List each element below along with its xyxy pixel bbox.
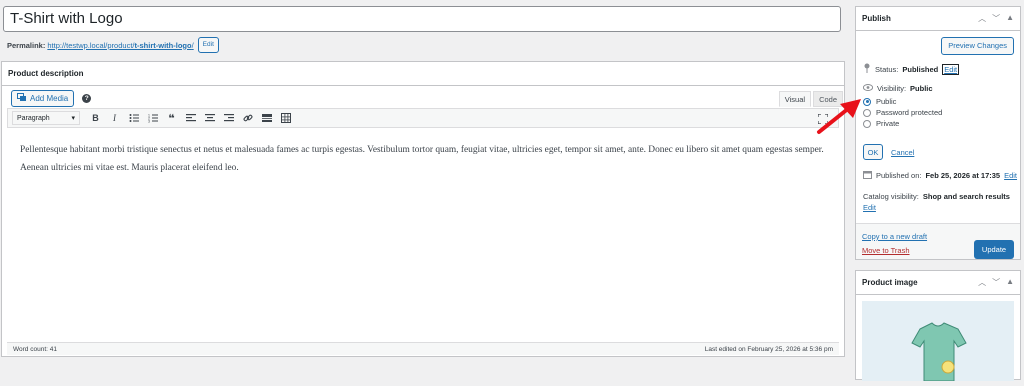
add-media-icon	[17, 93, 27, 104]
product-description-box: Product description Add Media ? Visual C…	[1, 61, 845, 357]
triangle-up-icon[interactable]: ▲	[1006, 13, 1014, 24]
move-to-trash-link[interactable]: Move to Trash	[862, 246, 910, 255]
editor-content[interactable]: Pellentesque habitant morbi tristique se…	[7, 128, 839, 342]
published-on-row: Published on: Feb 25, 2026 at 17:35 Edit	[863, 170, 1017, 181]
copy-to-draft-link[interactable]: Copy to a new draft	[862, 232, 927, 241]
update-button[interactable]: Update	[974, 240, 1014, 259]
status-label: Status:	[875, 64, 899, 74]
publish-box-header: Publish ︿ ﹀ ▲	[856, 7, 1020, 31]
annotation-arrow	[817, 99, 861, 134]
published-edit-link[interactable]: Edit	[1004, 171, 1017, 180]
radio-public-label: Public	[876, 97, 897, 106]
published-label: Published on:	[876, 171, 922, 180]
editor-toolbar: Paragraph ▾ B I 123 ❝	[7, 108, 839, 128]
blockquote-icon[interactable]: ❝	[162, 110, 181, 126]
tab-visual[interactable]: Visual	[778, 91, 812, 107]
chevron-down-icon[interactable]: ﹀	[992, 277, 1000, 288]
permalink-slug: t-shirt-with-logo	[134, 40, 192, 50]
visibility-label: Visibility:	[877, 84, 907, 93]
product-description-header: Product description	[2, 62, 844, 86]
pin-icon	[863, 63, 871, 75]
radio-password-label: Password protected	[876, 108, 943, 117]
triangle-up-icon[interactable]: ▲	[1006, 277, 1014, 288]
media-buttons: Add Media ?	[11, 90, 92, 107]
add-media-label: Add Media	[30, 94, 69, 103]
visibility-option-public[interactable]: Public	[863, 97, 896, 106]
svg-text:3: 3	[148, 120, 150, 124]
toolbar-toggle-icon[interactable]	[276, 110, 295, 126]
permalink-link[interactable]: http://testwp.local/product/t-shirt-with…	[47, 41, 193, 50]
read-more-icon[interactable]	[257, 110, 276, 126]
box-controls: ︿ ﹀ ▲	[978, 277, 1014, 288]
radio-public[interactable]	[863, 97, 871, 106]
product-image-header: Product image ︿ ﹀ ▲	[856, 271, 1020, 295]
product-image-thumbnail[interactable]	[862, 301, 1014, 382]
permalink-row: Permalink: http://testwp.local/product/t…	[7, 37, 219, 53]
permalink-base: http://testwp.local/product/	[47, 40, 135, 50]
status-row: Status: Published Edit	[863, 63, 960, 75]
chevron-down-icon[interactable]: ﹀	[992, 13, 1000, 24]
bold-icon[interactable]: B	[86, 110, 105, 126]
align-left-icon[interactable]	[181, 110, 200, 126]
post-title-input[interactable]: T-Shirt with Logo	[3, 6, 841, 32]
status-value: Published	[902, 64, 939, 74]
help-icon[interactable]: ?	[82, 94, 92, 103]
format-select[interactable]: Paragraph ▾	[12, 111, 80, 125]
chevron-down-icon: ▾	[71, 115, 75, 122]
editor-status-bar: Word count: 41 Last edited on February 2…	[7, 342, 839, 355]
align-center-icon[interactable]	[200, 110, 219, 126]
eye-icon	[862, 84, 874, 93]
add-media-button[interactable]: Add Media	[11, 90, 75, 107]
catalog-edit-row: Edit	[863, 203, 876, 212]
link-icon[interactable]	[238, 110, 257, 126]
word-count: Word count: 41	[13, 345, 57, 353]
visibility-row: Visibility: Public	[862, 84, 933, 93]
product-image-box: Product image ︿ ﹀ ▲	[855, 270, 1021, 382]
visibility-value: Public	[910, 84, 933, 93]
cancel-link[interactable]: Cancel	[891, 148, 914, 157]
published-value: Feb 25, 2026 at 17:35	[925, 171, 1001, 180]
box-controls: ︿ ﹀ ▲	[978, 13, 1014, 24]
calendar-icon	[863, 170, 872, 181]
chevron-up-icon[interactable]: ︿	[978, 277, 986, 288]
status-edit-link[interactable]: Edit	[942, 63, 960, 75]
publish-box: Publish ︿ ﹀ ▲ Preview Changes Status: Pu…	[855, 6, 1021, 260]
catalog-edit-link[interactable]: Edit	[863, 203, 876, 212]
bullet-list-icon[interactable]	[124, 110, 143, 126]
permalink-label: Permalink:	[7, 40, 46, 50]
format-select-value: Paragraph	[17, 114, 50, 122]
numbered-list-icon[interactable]: 123	[143, 110, 162, 126]
tshirt-image	[911, 322, 967, 382]
italic-icon[interactable]: I	[105, 110, 124, 126]
catalog-value: Shop and search results	[922, 192, 1010, 201]
radio-password[interactable]	[863, 108, 871, 117]
ok-button[interactable]: OK	[863, 144, 883, 160]
publish-title: Publish	[862, 14, 891, 23]
chevron-up-icon[interactable]: ︿	[978, 13, 986, 24]
catalog-label: Catalog visibility:	[863, 192, 919, 201]
align-right-icon[interactable]	[219, 110, 238, 126]
radio-private-label: Private	[876, 119, 900, 128]
last-edited: Last edited on February 25, 2026 at 5:36…	[704, 345, 833, 353]
preview-changes-button[interactable]: Preview Changes	[941, 37, 1014, 55]
visibility-option-private[interactable]: Private	[863, 119, 899, 128]
permalink-edit-button[interactable]: Edit	[197, 37, 219, 53]
radio-private[interactable]	[863, 119, 871, 128]
catalog-visibility-row: Catalog visibility: Shop and search resu…	[863, 192, 1010, 201]
visibility-option-password[interactable]: Password protected	[863, 108, 942, 117]
permalink-trail: /	[191, 40, 194, 50]
product-image-title: Product image	[862, 278, 918, 287]
